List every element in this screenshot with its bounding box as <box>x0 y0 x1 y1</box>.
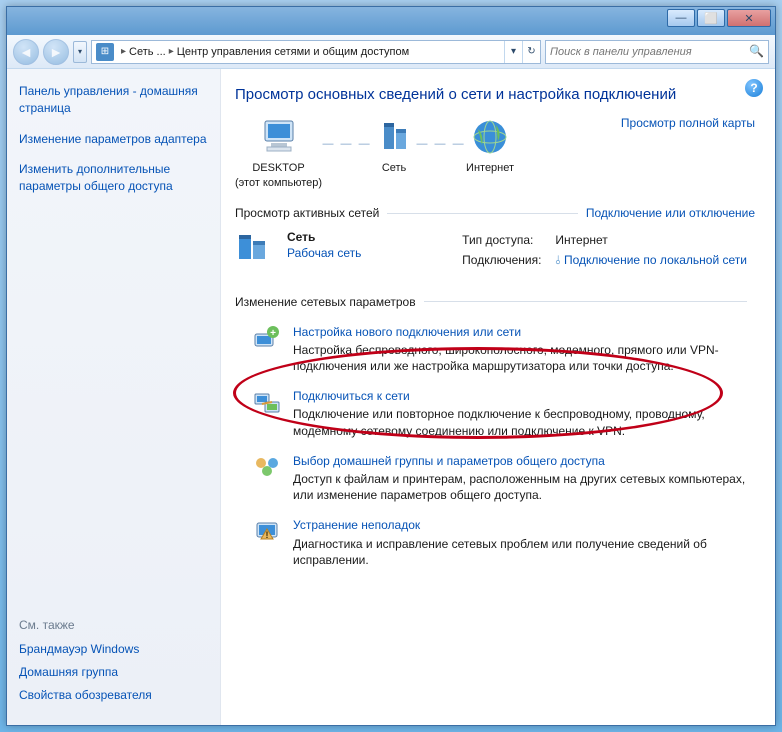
active-network-info: Сеть Рабочая сеть <box>287 229 361 261</box>
homegroup-icon <box>253 453 281 481</box>
work-network-icon <box>235 229 275 265</box>
network-options: + Настройка нового подключения или сети … <box>235 324 755 568</box>
help-icon[interactable]: ? <box>745 79 763 97</box>
option-homegroup[interactable]: Выбор домашней группы и параметров общег… <box>253 453 755 504</box>
titlebar: — ⬜ ✕ <box>7 7 775 35</box>
connect-network-icon <box>253 388 281 416</box>
network-category-link[interactable]: Рабочая сеть <box>287 246 361 260</box>
page-title: Просмотр основных сведений о сети и наст… <box>235 85 755 105</box>
view-full-map-link[interactable]: Просмотр полной карты <box>621 115 755 131</box>
see-also-firewall[interactable]: Брандмауэр Windows <box>19 642 208 656</box>
address-bar[interactable]: ⊞ ▸ Сеть ... ▸ Центр управления сетями и… <box>91 40 541 64</box>
breadcrumb-sep: ▸ <box>166 46 177 57</box>
option-connect-network[interactable]: Подключиться к сети Подключение или повт… <box>253 388 755 439</box>
option-new-connection[interactable]: + Настройка нового подключения или сети … <box>253 324 755 375</box>
network-name: Сеть <box>287 230 315 244</box>
change-settings-header: Изменение сетевых параметров <box>235 294 755 310</box>
access-type-value: Интернет <box>549 231 753 249</box>
breadcrumb-1[interactable]: Сеть ... <box>129 46 166 58</box>
option-desc: Подключение или повторное подключение к … <box>293 406 755 438</box>
node-network: Сеть <box>372 115 416 176</box>
see-also-homegroup[interactable]: Домашняя группа <box>19 665 208 679</box>
search-icon: 🔍 <box>749 44 764 60</box>
option-title[interactable]: Подключиться к сети <box>293 389 410 403</box>
node-desktop-label: DESKTOP <box>235 161 322 176</box>
network-icon: ⊞ <box>96 43 114 61</box>
connections-label: Подключения: <box>456 251 547 269</box>
svg-text:!: ! <box>266 530 269 540</box>
back-button[interactable]: ◄ <box>13 39 39 65</box>
svg-text:+: + <box>270 328 276 339</box>
map-link-line: — — — <box>416 115 466 152</box>
option-desc: Настройка беспроводного, широкополосного… <box>293 342 755 374</box>
address-dropdown[interactable]: ▾ <box>504 41 522 63</box>
option-title[interactable]: Устранение неполадок <box>293 518 420 532</box>
maximize-button[interactable]: ⬜ <box>697 9 725 27</box>
option-desc: Диагностика и исправление сетевых пробле… <box>293 536 755 568</box>
option-desc: Доступ к файлам и принтерам, расположенн… <box>293 471 755 503</box>
refresh-button[interactable]: ↻ <box>522 41 540 63</box>
option-troubleshoot[interactable]: ! Устранение неполадок Диагностика и исп… <box>253 517 755 568</box>
breadcrumb-2[interactable]: Центр управления сетями и общим доступом <box>177 46 409 58</box>
map-link-line: — — — <box>322 115 372 152</box>
main-pane: ? Просмотр основных сведений о сети и на… <box>221 69 775 725</box>
change-settings-label: Изменение сетевых параметров <box>235 294 416 310</box>
network-details-table: Тип доступа: Интернет Подключения: ⫰ Под… <box>454 229 755 271</box>
nav-toolbar: ◄ ► ▾ ⊞ ▸ Сеть ... ▸ Центр управления се… <box>7 35 775 69</box>
sidebar-link-adapters[interactable]: Изменение параметров адаптера <box>19 131 208 148</box>
access-type-label: Тип доступа: <box>456 231 547 249</box>
history-dropdown[interactable]: ▾ <box>73 41 87 63</box>
node-network-label: Сеть <box>372 161 416 176</box>
adapter-icon: ⫰ <box>555 253 560 267</box>
sidebar-link-home[interactable]: Панель управления - домашняя страница <box>19 83 208 117</box>
troubleshoot-icon: ! <box>253 517 281 545</box>
node-internet-label: Интернет <box>466 161 514 176</box>
see-also-internet-options[interactable]: Свойства обозревателя <box>19 688 208 702</box>
sidebar-link-sharing[interactable]: Изменить дополнительные параметры общего… <box>19 161 208 195</box>
option-title[interactable]: Настройка нового подключения или сети <box>293 325 521 339</box>
content-body: Панель управления - домашняя страница Из… <box>7 69 775 725</box>
forward-button[interactable]: ► <box>43 39 69 65</box>
search-box[interactable]: 🔍 <box>545 40 769 64</box>
connection-link[interactable]: Подключение по локальной сети <box>564 253 747 267</box>
active-networks-header: Просмотр активных сетей Подключение или … <box>235 205 755 221</box>
sidebar: Панель управления - домашняя страница Из… <box>7 69 221 725</box>
breadcrumb-sep: ▸ <box>118 46 129 57</box>
connect-disconnect-link[interactable]: Подключение или отключение <box>586 205 755 221</box>
node-desktop-sub: (этот компьютер) <box>235 176 322 191</box>
network-node-icon <box>372 115 416 159</box>
internet-icon <box>468 115 512 159</box>
active-network-row: Сеть Рабочая сеть Тип доступа: Интернет … <box>235 229 755 271</box>
desktop-icon <box>257 115 301 159</box>
node-desktop: DESKTOP (этот компьютер) <box>235 115 322 191</box>
close-button[interactable]: ✕ <box>727 9 771 27</box>
see-also-header: См. также <box>19 618 208 632</box>
minimize-button[interactable]: — <box>667 9 695 27</box>
new-connection-icon: + <box>253 324 281 352</box>
window-frame: — ⬜ ✕ ◄ ► ▾ ⊞ ▸ Сеть ... ▸ Центр управле… <box>6 6 776 726</box>
option-title[interactable]: Выбор домашней группы и параметров общег… <box>293 454 605 468</box>
active-networks-label: Просмотр активных сетей <box>235 205 379 221</box>
node-internet: Интернет <box>466 115 514 176</box>
network-map-row: DESKTOP (этот компьютер) — — — Сеть — — … <box>235 115 755 191</box>
search-input[interactable] <box>550 46 749 58</box>
